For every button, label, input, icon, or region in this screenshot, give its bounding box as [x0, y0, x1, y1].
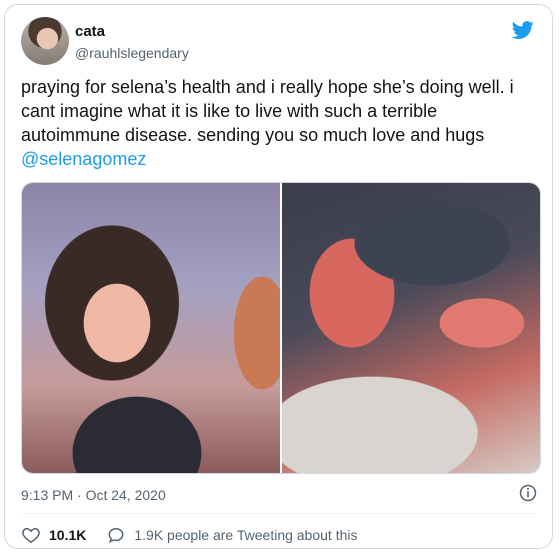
- like-count: 10.1K: [49, 527, 87, 543]
- tweet-text: praying for selena’s health and i really…: [21, 75, 541, 171]
- twitter-bird-icon[interactable]: [510, 19, 536, 41]
- tweet-body: praying for selena’s health and i really…: [21, 77, 514, 145]
- action-bar: 10.1K 1.9K people are Tweeting about thi…: [21, 525, 377, 545]
- info-icon[interactable]: [518, 483, 538, 503]
- mention-link[interactable]: @selenagomez: [21, 147, 541, 171]
- photo-left[interactable]: [22, 183, 280, 473]
- tweeting-about-link[interactable]: 1.9K people are Tweeting about this: [106, 525, 357, 545]
- tweeting-about-text: 1.9K people are Tweeting about this: [134, 527, 358, 543]
- photo-right[interactable]: [282, 183, 540, 473]
- media-grid[interactable]: [21, 182, 541, 474]
- timestamp[interactable]: 9:13 PM · Oct 24, 2020: [21, 487, 166, 503]
- author-name[interactable]: cata: [75, 23, 105, 40]
- heart-icon: [22, 527, 40, 543]
- avatar[interactable]: [21, 17, 69, 65]
- like-button[interactable]: 10.1K: [21, 525, 86, 545]
- author-handle[interactable]: @rauhlslegendary: [75, 45, 189, 61]
- speech-bubble-icon: [108, 527, 124, 544]
- tweet-card: cata @rauhlslegendary praying for selena…: [4, 4, 553, 549]
- divider-line: [21, 513, 536, 514]
